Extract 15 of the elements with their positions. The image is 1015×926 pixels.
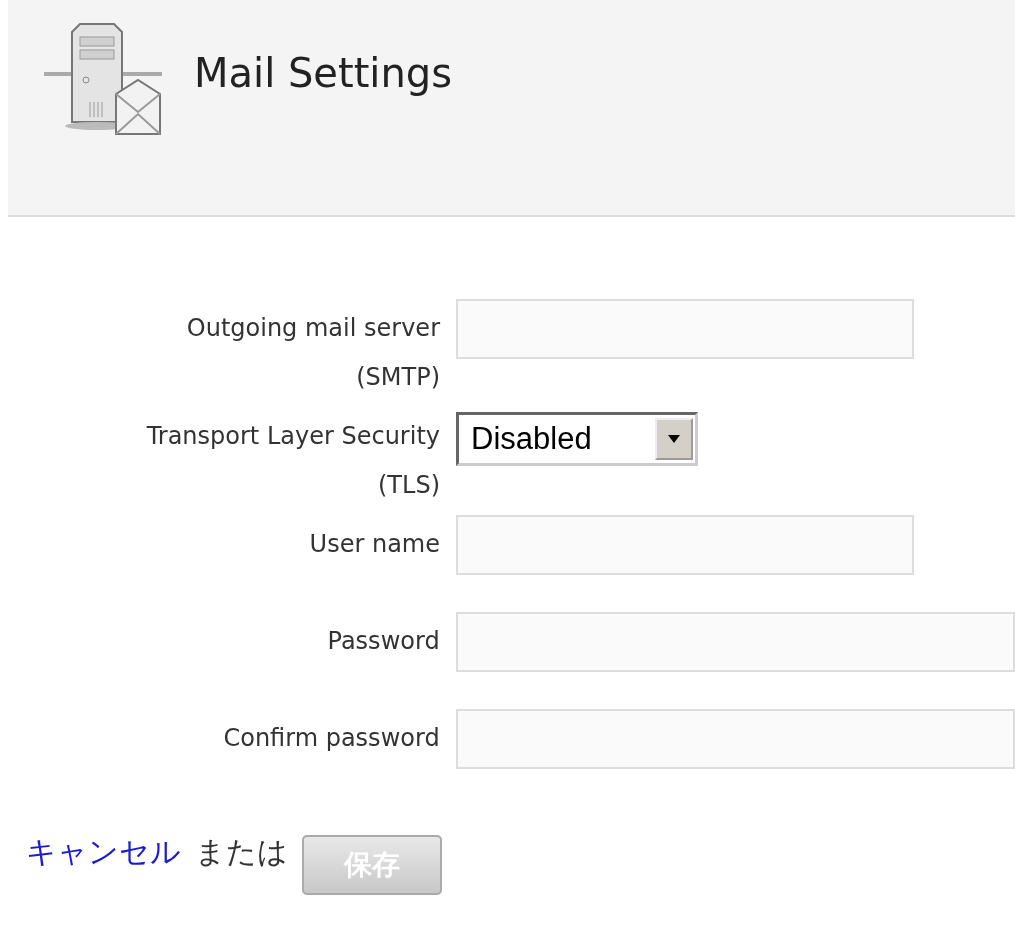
or-text: または	[195, 832, 288, 871]
field-label: Transport Layer Security (TLS)	[145, 421, 440, 501]
tls-dropdown[interactable]: Disabled	[456, 412, 698, 466]
field-label: Confirm password	[222, 723, 440, 754]
field-label: Outgoing mail server (SMTP)	[185, 313, 440, 393]
field-label: User name	[308, 529, 440, 560]
mail-server-icon	[44, 22, 164, 137]
field-label: Password	[326, 626, 440, 657]
input-field[interactable]	[456, 515, 914, 575]
page-title: Mail Settings	[194, 50, 453, 96]
caret-icon	[668, 435, 680, 443]
input-field[interactable]	[456, 299, 914, 359]
input-field[interactable]	[455, 709, 1015, 769]
input-field[interactable]	[455, 612, 1015, 672]
cancel-link[interactable]: キャンセル	[26, 831, 181, 873]
